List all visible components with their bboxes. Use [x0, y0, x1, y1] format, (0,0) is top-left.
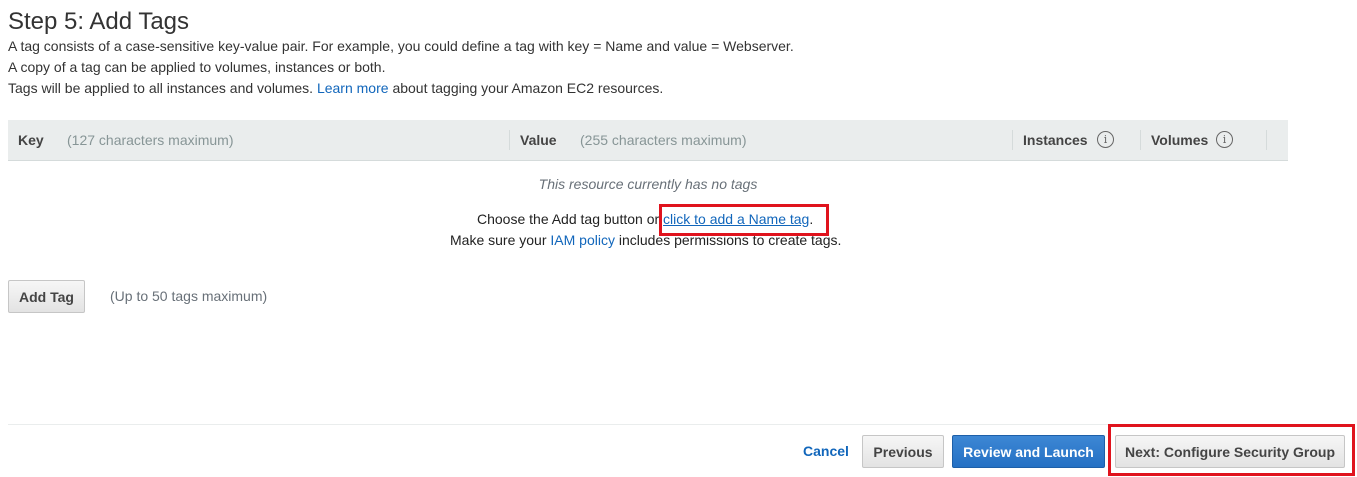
iam-suffix: includes permissions to create tags.	[618, 232, 842, 248]
choose-suffix: .	[809, 211, 814, 227]
key-column-header: Key	[18, 132, 44, 148]
tags-table-header: Key (127 characters maximum) Value (255 …	[8, 120, 1288, 161]
next-configure-security-group-button[interactable]: Next: Configure Security Group	[1115, 435, 1345, 468]
footer-divider	[8, 424, 1353, 425]
add-tag-hint: (Up to 50 tags maximum)	[110, 288, 268, 304]
column-divider	[1266, 130, 1267, 150]
description-line-3-text: Tags will be applied to all instances an…	[8, 80, 314, 96]
value-column-hint: (255 characters maximum)	[580, 132, 747, 148]
choose-text: Choose the Add tag button or	[477, 211, 660, 227]
learn-more-link[interactable]: Learn more	[317, 80, 389, 96]
instances-info-icon[interactable]: i	[1097, 131, 1114, 148]
add-tag-button[interactable]: Add Tag	[8, 280, 85, 313]
add-name-tag-link[interactable]: click to add a Name tag	[663, 211, 809, 227]
review-and-launch-button[interactable]: Review and Launch	[952, 435, 1105, 468]
column-divider	[1140, 130, 1141, 150]
description-line-3: Tags will be applied to all instances an…	[8, 80, 663, 96]
description-line-1: A tag consists of a case-sensitive key-v…	[8, 38, 794, 54]
key-column-hint: (127 characters maximum)	[67, 132, 234, 148]
column-divider	[509, 130, 510, 150]
previous-button[interactable]: Previous	[862, 435, 944, 468]
value-column-header: Value	[520, 132, 557, 148]
iam-text: Make sure your	[450, 232, 547, 248]
cancel-link[interactable]: Cancel	[803, 443, 849, 459]
column-divider	[1012, 130, 1013, 150]
iam-policy-line: Make sure your IAM policy includes permi…	[450, 232, 841, 248]
instances-column-header: Instances	[1023, 132, 1088, 148]
volumes-column-header: Volumes	[1151, 132, 1209, 148]
volumes-info-icon[interactable]: i	[1216, 131, 1233, 148]
page-title: Step 5: Add Tags	[8, 8, 190, 35]
empty-tags-message: This resource currently has no tags	[538, 176, 758, 192]
description-line-3-suffix: about tagging your Amazon EC2 resources.	[392, 80, 664, 96]
description-line-2: A copy of a tag can be applied to volume…	[8, 59, 386, 75]
choose-add-tag-line: Choose the Add tag button or click to ad…	[477, 211, 813, 227]
iam-policy-link[interactable]: IAM policy	[550, 232, 615, 248]
